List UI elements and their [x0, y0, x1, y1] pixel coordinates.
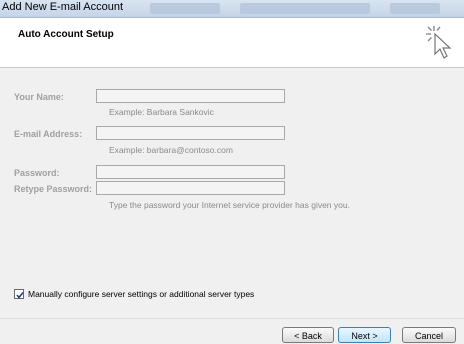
manual-config-label: Manually configure server settings or ad…	[28, 289, 255, 299]
checkmark-icon	[16, 292, 24, 299]
cancel-button[interactable]: Cancel	[402, 327, 456, 343]
email-example: Example: barbara@contoso.com	[109, 145, 233, 155]
wizard-header: Auto Account Setup	[0, 18, 464, 68]
cursor-click-icon	[425, 24, 455, 65]
email-input[interactable]	[96, 126, 285, 140]
your-name-label: Your Name:	[14, 92, 64, 102]
your-name-example: Example: Barbara Sankovic	[109, 107, 214, 117]
manual-config-option[interactable]: Manually configure server settings or ad…	[14, 289, 254, 299]
next-button[interactable]: Next >	[338, 327, 391, 343]
password-input[interactable]	[96, 165, 285, 179]
password-label: Password:	[14, 168, 60, 178]
window-title: Add New E-mail Account	[2, 1, 124, 13]
back-button[interactable]: < Back	[282, 327, 334, 343]
form-area: Your Name: Example: Barbara Sankovic E-m…	[0, 68, 464, 320]
retype-password-label: Retype Password:	[14, 184, 93, 194]
titlebar-blur	[150, 3, 220, 14]
page-heading: Auto Account Setup	[18, 29, 114, 40]
titlebar-blur	[240, 3, 370, 14]
title-bar: Add New E-mail Account	[0, 0, 464, 18]
manual-config-checkbox[interactable]	[14, 289, 24, 299]
titlebar-blur	[390, 3, 440, 14]
your-name-input[interactable]	[96, 89, 285, 103]
retype-password-input[interactable]	[96, 181, 285, 195]
button-bar: < Back Next > Cancel	[0, 318, 464, 344]
password-hint: Type the password your Internet service …	[109, 200, 350, 210]
email-label: E-mail Address:	[14, 129, 83, 139]
